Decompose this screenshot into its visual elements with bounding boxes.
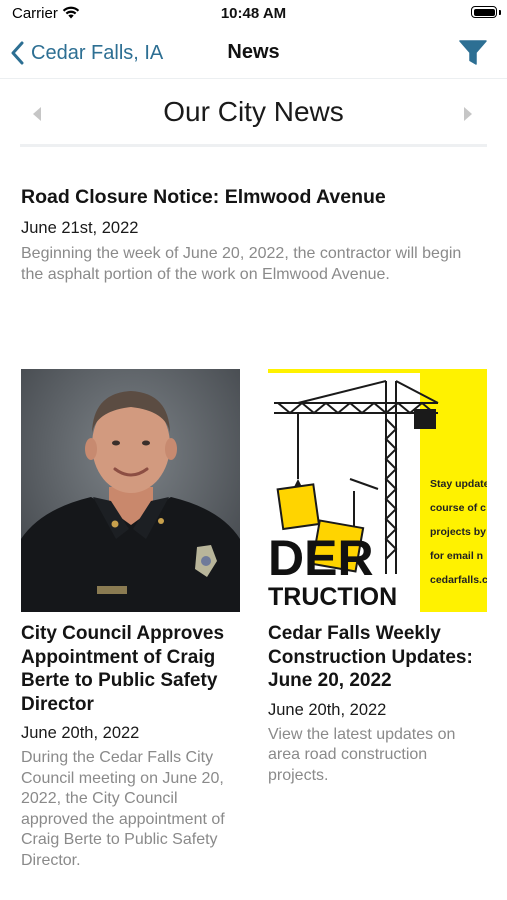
image-side-text-4: for email n (430, 550, 483, 562)
article-date: June 20th, 2022 (21, 724, 140, 742)
officer-portrait-image (21, 369, 240, 612)
article-summary: During the Cedar Falls City Council meet… (21, 749, 225, 868)
section-title: Our City News (163, 96, 344, 127)
filter-icon[interactable] (459, 40, 487, 66)
chevron-left-icon (11, 41, 24, 65)
next-section-arrow-icon[interactable] (463, 106, 473, 122)
construction-graphic-image: DER TRUCTION Stay update course of c pro… (268, 369, 487, 612)
article-summary: Beginning the week of June 20, 2022, the… (21, 245, 462, 283)
status-bar: Carrier 10:48 AM (0, 0, 507, 30)
article-summary: View the latest updates on area road con… (268, 725, 456, 784)
navigation-bar: Cedar Falls, IA News (0, 30, 507, 79)
back-button[interactable]: Cedar Falls, IA (10, 38, 163, 68)
back-button-label: Cedar Falls, IA (31, 41, 164, 64)
image-side-text-5: cedarfalls.c (430, 574, 487, 586)
article-headline: Cedar Falls Weekly Construction Updates:… (268, 623, 473, 691)
image-side-text-2: course of c (430, 502, 486, 514)
article-headline: City Council Approves Appointment of Cra… (21, 623, 225, 715)
article-headline: Road Closure Notice: Elmwood Avenue (21, 186, 386, 208)
clock: 10:48 AM (220, 5, 287, 22)
section-header: Our City News (20, 86, 487, 147)
battery-icon (471, 6, 497, 18)
article-date: June 21st, 2022 (21, 219, 139, 237)
article-date: June 20th, 2022 (268, 700, 387, 719)
image-side-text-3: projects by (430, 526, 486, 538)
construction-banner-text: TRUCTION (268, 583, 397, 611)
image-side-text-1: Stay update (430, 478, 487, 490)
article-card[interactable]: DER TRUCTION Stay update course of c pro… (268, 369, 488, 786)
featured-article[interactable]: Road Closure Notice: Elmwood Avenue June… (21, 184, 487, 285)
battery-tip (499, 10, 501, 15)
construction-big-letters: DER (268, 530, 374, 586)
article-card[interactable]: City Council Approves Appointment of Cra… (21, 369, 241, 868)
